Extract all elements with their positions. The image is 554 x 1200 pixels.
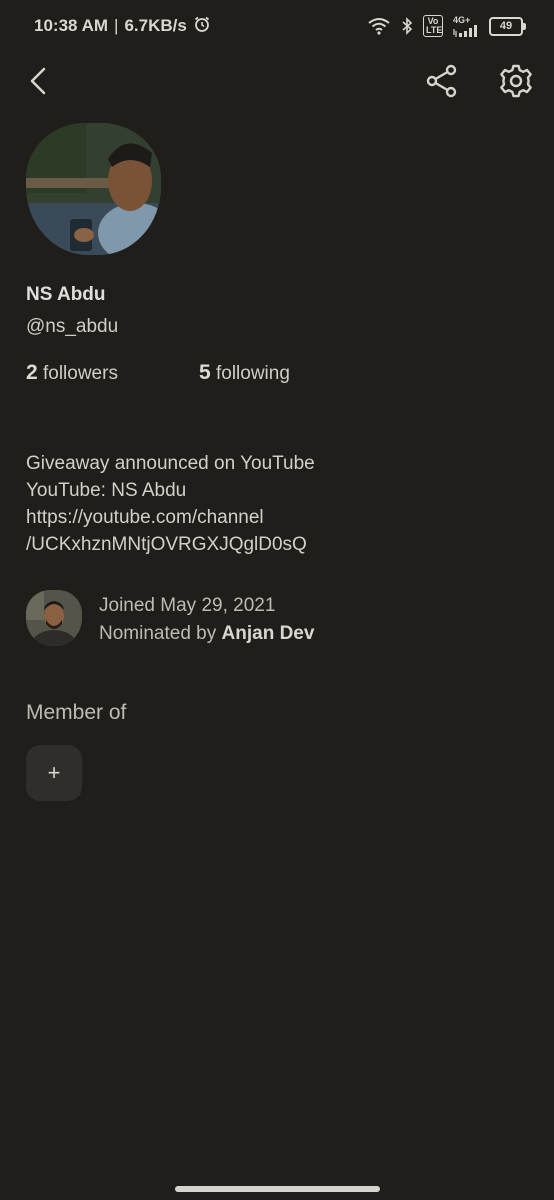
share-button[interactable] — [422, 61, 462, 101]
nominated-prefix: Nominated by — [99, 623, 217, 644]
nominator-name[interactable]: Anjan Dev — [222, 623, 315, 644]
following-label: following — [215, 363, 290, 384]
status-speed: 6.7KB/s — [124, 16, 187, 35]
status-bar: 10:38 AM | 6.7KB/s Vo LTE 4G+ 49 — [0, 0, 554, 52]
profile-photo — [26, 123, 161, 255]
alarm-icon — [193, 15, 211, 38]
signal-group: 4G+ — [453, 14, 479, 37]
profile-avatar[interactable] — [26, 123, 161, 255]
home-indicator[interactable] — [175, 1186, 380, 1192]
gear-icon — [500, 64, 532, 98]
share-icon — [426, 64, 457, 98]
chevron-left-icon — [30, 67, 46, 95]
bio-link[interactable]: /UCKxhznMNtjOVRGXJQglD0sQ — [26, 531, 315, 558]
status-left: 10:38 AM | 6.7KB/s — [34, 15, 211, 38]
followers-link[interactable]: 2 followers — [26, 361, 118, 385]
joined-date: Joined May 29, 2021 — [99, 595, 276, 616]
status-right: Vo LTE 4G+ 49 — [367, 15, 526, 37]
wifi-icon — [367, 17, 391, 35]
battery-indicator: 49 — [489, 16, 526, 36]
signal-icon — [453, 24, 479, 37]
profile-handle: @ns_abdu — [26, 316, 119, 337]
following-count: 5 — [199, 361, 211, 384]
back-button[interactable] — [20, 63, 56, 99]
battery-cap — [523, 22, 526, 30]
following-link[interactable]: 5 following — [199, 361, 290, 385]
settings-button[interactable] — [496, 61, 536, 101]
plus-icon: + — [47, 760, 61, 785]
bio-link[interactable]: https://youtube.com/channel — [26, 504, 315, 531]
profile-bio: Giveaway announced on YouTube YouTube: N… — [26, 450, 315, 558]
network-type: 4G+ — [453, 14, 471, 25]
member-of-title: Member of — [26, 701, 127, 724]
followers-count: 2 — [26, 361, 38, 384]
nominator-photo — [26, 590, 82, 646]
status-separator: | — [114, 16, 119, 35]
nominated-by: Nominated by Anjan Dev — [99, 620, 314, 648]
volte-badge: Vo LTE — [423, 15, 443, 37]
joined-info: Joined May 29, 2021 Nominated by Anjan D… — [99, 592, 314, 648]
bluetooth-icon — [401, 17, 413, 35]
battery-level: 49 — [489, 16, 523, 36]
followers-label: followers — [42, 363, 118, 384]
top-app-bar — [0, 55, 554, 107]
add-club-button[interactable]: + — [26, 745, 82, 801]
nominator-avatar[interactable] — [26, 590, 82, 646]
bio-line: Giveaway announced on YouTube — [26, 453, 315, 474]
profile-name: NS Abdu — [26, 284, 106, 305]
bio-line: YouTube: NS Abdu — [26, 480, 187, 501]
status-time: 10:38 AM — [34, 16, 109, 35]
